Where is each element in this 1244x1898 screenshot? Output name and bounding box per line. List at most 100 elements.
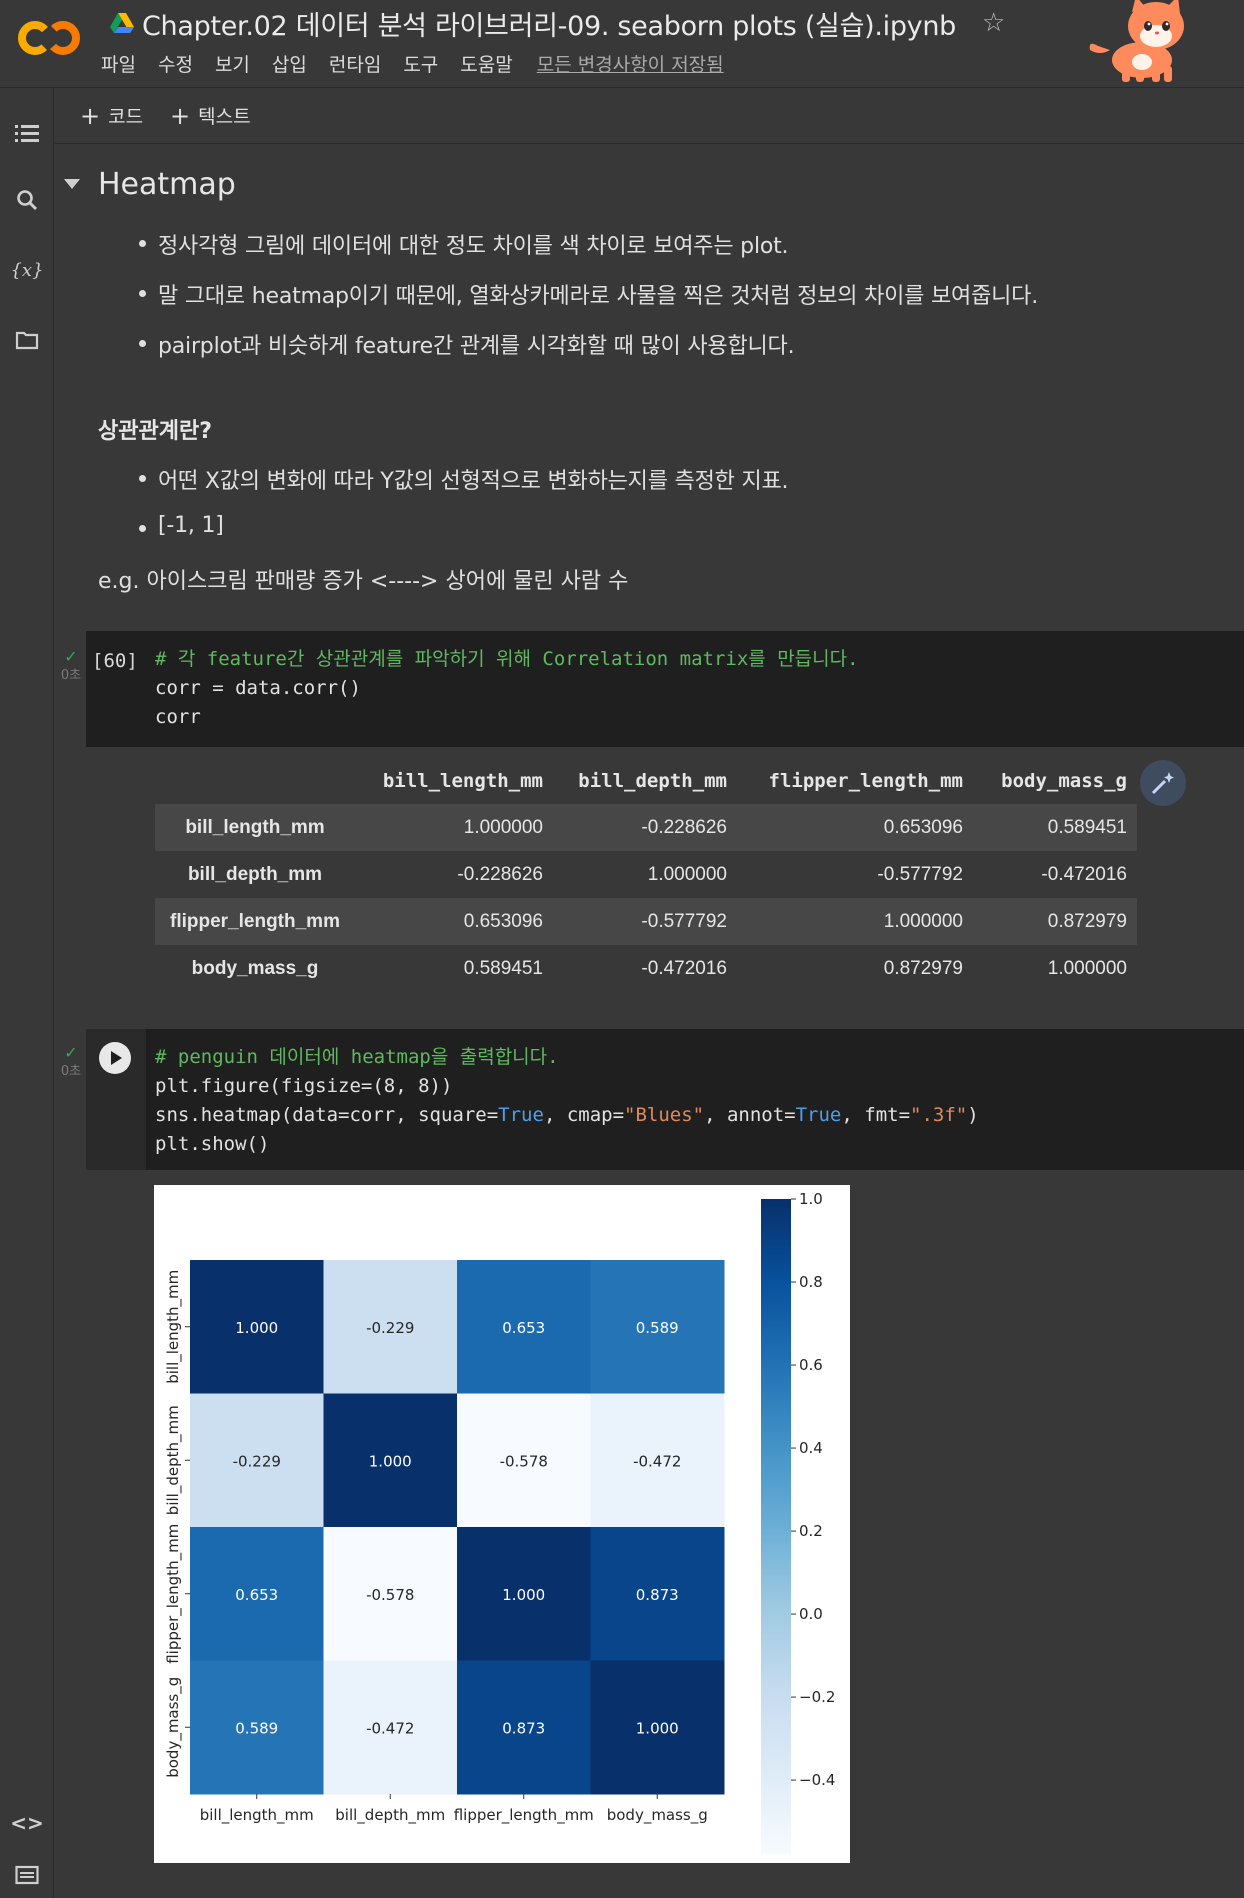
menu-file[interactable]: 파일	[101, 50, 136, 77]
y-tick-label: flipper_length_mm	[164, 1524, 183, 1664]
star-icon[interactable]: ☆	[982, 8, 1005, 38]
table-cell: -0.228626	[457, 863, 543, 885]
add-code-button[interactable]: + 코드	[80, 102, 143, 129]
magic-wand-icon	[1151, 772, 1174, 795]
heatmap-annotation: 1.000	[636, 1719, 679, 1737]
add-text-label: 텍스트	[198, 106, 251, 128]
column-header: bill_length_mm	[382, 769, 543, 792]
table-cell: -0.228626	[641, 816, 727, 838]
colorbar-tick-label: 0.4	[799, 1439, 823, 1457]
code-editor[interactable]: # penguin 데이터에 heatmap을 출력합니다. plt.figur…	[155, 1043, 979, 1159]
code-line: plt.figure(figsize=(8, 8))	[155, 1075, 453, 1097]
example-text: e.g. 아이스크림 판매량 증가 <----> 상어에 물린 사람 수	[98, 569, 629, 594]
table-row: flipper_length_mm 0.653096 -0.577792 1.0…	[155, 898, 1137, 945]
row-index: body_mass_g	[191, 957, 319, 979]
exec-time: 0초	[60, 1064, 82, 1079]
execution-count: [60]	[92, 650, 138, 672]
left-sidebar: {x} <>	[0, 88, 54, 1898]
heatmap-annotation: 0.873	[502, 1719, 545, 1737]
notebook-title[interactable]: Chapter.02 데이터 분석 라이브러리-09. seaborn plot…	[142, 4, 956, 43]
folder-icon[interactable]	[12, 325, 42, 355]
correlation-dataframe: bill_length_mm bill_depth_mm flipper_len…	[155, 757, 1137, 992]
code-line: plt.show()	[155, 1133, 270, 1155]
google-drive-icon[interactable]	[110, 12, 134, 34]
terminal-icon[interactable]	[12, 1860, 42, 1890]
menu-view[interactable]: 보기	[215, 50, 250, 77]
menu-help[interactable]: 도움말	[460, 50, 512, 77]
bullet-item: 말 그대로 heatmap이기 때문에, 열화상카메라로 사물을 찍은 것처럼 …	[139, 278, 1038, 310]
heatmap-annotation: 0.653	[502, 1319, 545, 1337]
x-tick-label: bill_length_mm	[200, 1806, 314, 1825]
table-cell: -0.472016	[641, 957, 727, 979]
x-tick-label: flipper_length_mm	[454, 1806, 594, 1825]
menu-runtime[interactable]: 런타임	[329, 50, 381, 77]
y-tick-label: bill_length_mm	[164, 1270, 183, 1384]
table-cell: 1.000000	[463, 816, 543, 838]
code-token: )	[967, 1104, 979, 1126]
code-comment: # 각 feature간 상관관계를 파악하기 위해 Correlation m…	[155, 648, 859, 670]
bullet-item: pairplot과 비슷하게 feature간 관계를 시각화할 때 많이 사용…	[138, 328, 795, 360]
heatmap-annotation: -0.578	[366, 1586, 414, 1604]
heatmap-annotation: 0.873	[636, 1586, 679, 1604]
menu-edit[interactable]: 수정	[158, 50, 193, 77]
table-row: body_mass_g 0.589451 -0.472016 0.872979 …	[155, 945, 1137, 992]
heatmap-annotation: -0.472	[366, 1719, 414, 1737]
code-token: sns.heatmap(data=corr, square=	[155, 1104, 499, 1126]
heatmap-annotation: 0.589	[636, 1319, 679, 1337]
row-index: bill_length_mm	[185, 816, 325, 838]
code-editor[interactable]: # 각 feature간 상관관계를 파악하기 위해 Correlation m…	[155, 645, 859, 732]
colab-logo[interactable]	[18, 18, 80, 58]
table-cell: 0.872979	[883, 957, 963, 979]
section-heading: Heatmap	[98, 167, 236, 202]
table-cell: -0.577792	[877, 863, 963, 885]
app-header: Chapter.02 데이터 분석 라이브러리-09. seaborn plot…	[0, 0, 1244, 88]
save-status-link[interactable]: 모든 변경사항이 저장됨	[537, 50, 724, 77]
table-cell: 1.000000	[647, 863, 727, 885]
check-icon: ✓	[64, 647, 78, 666]
code-comment: # penguin 데이터에 heatmap을 출력합니다.	[155, 1046, 559, 1068]
code-keyword: True	[498, 1104, 544, 1126]
add-text-button[interactable]: + 텍스트	[170, 102, 251, 129]
table-row: bill_depth_mm -0.228626 1.000000 -0.5777…	[155, 851, 1137, 898]
table-row: bill_length_mm 1.000000 -0.228626 0.6530…	[155, 804, 1137, 851]
notebook-toolbar: + 코드 + 텍스트	[55, 88, 1244, 144]
colorbar-tick-label: −0.2	[799, 1688, 835, 1706]
colorbar-tick-label: 0.6	[799, 1356, 823, 1374]
code-token: , annot=	[704, 1104, 796, 1126]
heatmap-annotation: 1.000	[502, 1586, 545, 1604]
bullet-item: [-1, 1]	[139, 513, 224, 538]
y-tick-label: body_mass_g	[164, 1677, 183, 1778]
generate-with-ai-button[interactable]	[1140, 760, 1186, 806]
search-icon[interactable]	[12, 185, 42, 215]
heatmap-annotation: -0.578	[500, 1452, 548, 1470]
heatmap-annotation: -0.472	[633, 1452, 681, 1470]
cell-exec-status: ✓ 0초	[58, 647, 84, 684]
colorbar-tick-label: 0.2	[799, 1522, 823, 1540]
variables-icon[interactable]: {x}	[10, 255, 43, 285]
code-snippets-icon[interactable]: <>	[10, 1808, 44, 1838]
heatmap-annotation: -0.229	[366, 1319, 414, 1337]
bullet-item: 정사각형 그림에 데이터에 대한 정도 차이를 색 차이로 보여주는 plot.	[138, 228, 789, 260]
cat-mascot-icon	[1089, 0, 1184, 82]
code-token: , cmap=	[543, 1104, 625, 1126]
code-keyword: True	[795, 1104, 842, 1126]
plus-icon: +	[80, 101, 101, 130]
menu-tools[interactable]: 도구	[403, 50, 438, 77]
x-tick-label: body_mass_g	[607, 1806, 708, 1825]
code-line: sns.heatmap(data=corr, square=True, cmap…	[155, 1104, 979, 1126]
bullet-item: 어떤 X값의 변화에 따라 Y값의 선형적으로 변화하는지를 측정한 지표.	[138, 463, 789, 495]
table-of-contents-icon[interactable]	[12, 118, 42, 148]
table-cell: 0.653096	[883, 816, 963, 838]
menu-insert[interactable]: 삽입	[272, 50, 307, 77]
table-cell: 1.000000	[1047, 957, 1127, 979]
run-cell-button[interactable]	[99, 1042, 131, 1074]
code-line: corr = data.corr()	[155, 677, 361, 699]
heatmap-annotation: 0.589	[235, 1719, 278, 1737]
heatmap-figure: 1.000 -0.229 0.653 0.589 -0.229 1.000 -0.578 -0…	[154, 1185, 850, 1863]
code-token: , fmt=	[841, 1104, 911, 1126]
cell-exec-status: ✓ 0초	[58, 1045, 84, 1080]
code-string: ".3f"	[910, 1104, 968, 1126]
table-cell: -0.577792	[641, 910, 727, 932]
row-index: flipper_length_mm	[170, 910, 340, 932]
collapse-section-icon[interactable]	[64, 179, 80, 189]
